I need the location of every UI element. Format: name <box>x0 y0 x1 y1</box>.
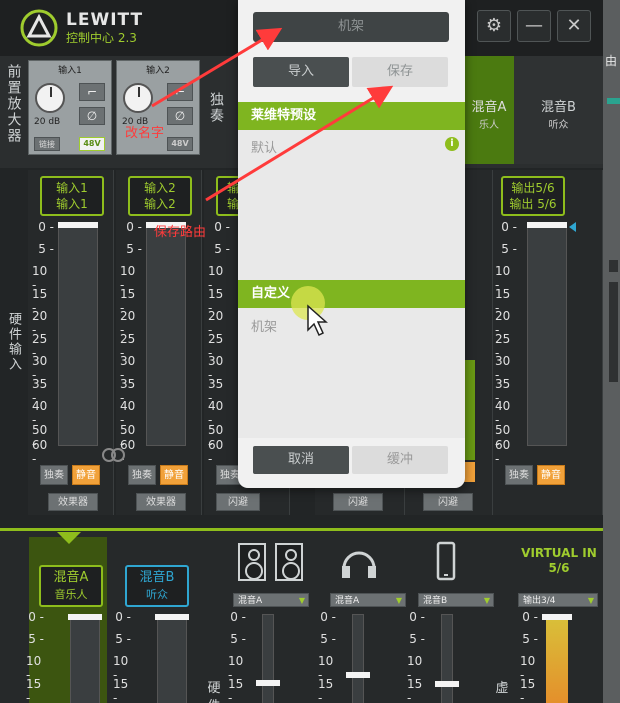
save-routing-annotation: 保存路由 <box>154 225 207 240</box>
annotation-arrows <box>151 27 394 202</box>
rename-arrow-icon <box>151 27 283 108</box>
save-routing-arrow-icon <box>205 85 394 202</box>
rename-annotation: 改名字 <box>125 126 165 141</box>
